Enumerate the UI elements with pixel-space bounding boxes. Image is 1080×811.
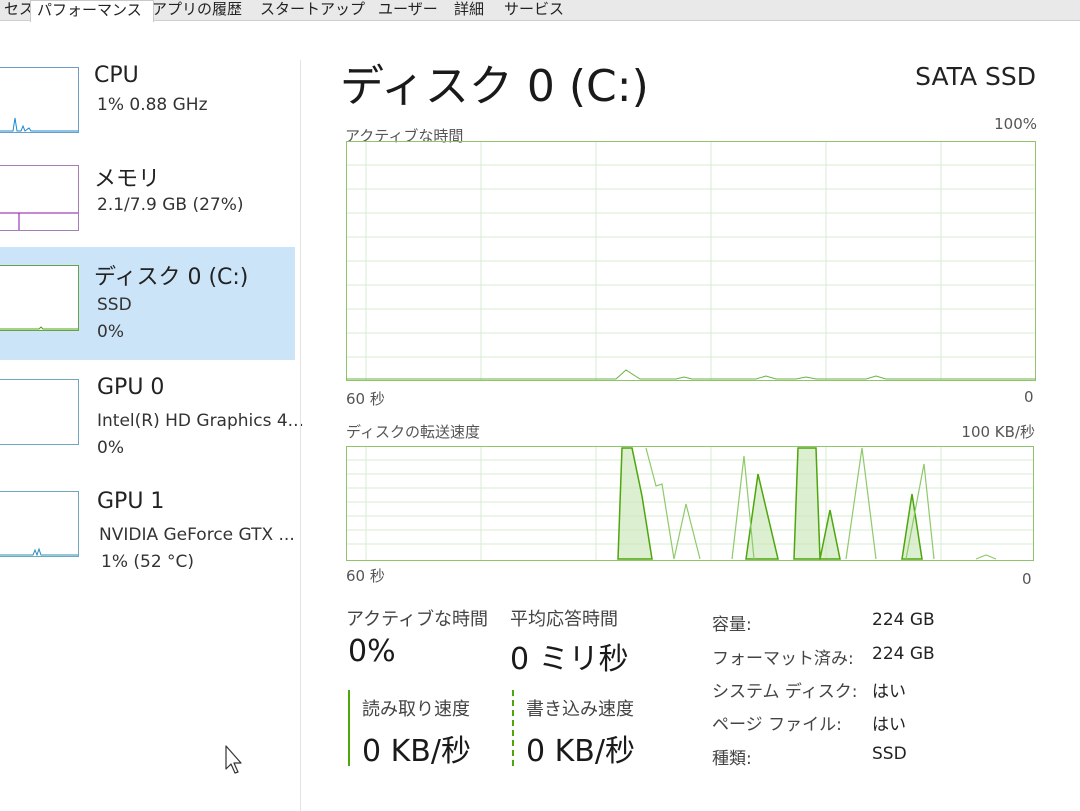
sidebar-item-title: メモリ xyxy=(94,167,161,192)
sidebar-item-title: GPU 1 xyxy=(97,489,165,514)
active-time-chart-min: 0 xyxy=(1024,388,1034,406)
prop-formatted-label: フォーマット済み: xyxy=(712,649,854,669)
tab-services[interactable]: サービス xyxy=(498,0,582,20)
tab-startup[interactable]: スタートアップ xyxy=(254,0,376,20)
sidebar-item-cpu[interactable]: CPU 1% 0.88 GHz xyxy=(0,45,295,158)
sidebar-item-usage: 0% xyxy=(97,438,124,458)
gpu1-thumbnail-graph xyxy=(0,491,79,557)
prop-page-file-value: はい xyxy=(872,715,906,735)
stat-avg-response-label: 平均応答時間 xyxy=(510,609,618,630)
stat-active-time-value: 0% xyxy=(348,634,396,669)
memory-thumbnail-graph xyxy=(0,165,79,231)
stat-read-speed-label: 読み取り速度 xyxy=(362,699,470,720)
active-time-chart-time: 60 秒 xyxy=(346,390,385,408)
transfer-chart-min: 0 xyxy=(1022,570,1032,588)
prop-type-value: SSD xyxy=(872,744,907,764)
sidebar-item-gpu-0[interactable]: GPU 0 Intel(R) HD Graphics 4... 0% xyxy=(0,363,304,476)
stat-write-speed-label: 書き込み速度 xyxy=(526,699,634,720)
cpu-thumbnail-graph xyxy=(0,67,79,133)
sidebar-item-disk-0[interactable]: ディスク 0 (C:) SSD 0% xyxy=(0,247,295,360)
sidebar-item-subtitle: Intel(R) HD Graphics 4... xyxy=(97,411,304,431)
stat-avg-response-value: 0 ミリ秒 xyxy=(510,642,629,677)
sidebar-divider xyxy=(300,60,301,811)
active-time-chart-max: 100% xyxy=(994,115,1037,133)
transfer-chart-max: 100 KB/秒 xyxy=(961,423,1035,441)
gpu0-thumbnail-graph xyxy=(0,379,79,445)
prop-capacity-label: 容量: xyxy=(712,615,752,635)
sidebar-item-title: GPU 0 xyxy=(97,375,165,400)
sidebar-item-subtitle: 2.1/7.9 GB (27%) xyxy=(97,195,244,215)
disk-model-label: SATA SSD xyxy=(915,62,1036,91)
prop-system-disk-label: システム ディスク: xyxy=(712,682,858,702)
tab-performance[interactable]: パフォーマンス xyxy=(30,0,154,22)
tab-bar: セス パフォーマンス アプリの履歴 スタートアップ ユーザー 詳細 サービス xyxy=(0,0,1080,22)
tab-users[interactable]: ユーザー xyxy=(372,0,452,20)
stat-read-speed-value: 0 KB/秒 xyxy=(362,734,471,769)
sidebar-item-subtitle: SSD xyxy=(97,295,132,315)
sidebar-item-usage: 1% (52 °C) xyxy=(101,552,195,572)
page-title: ディスク 0 (C:) xyxy=(340,61,649,112)
prop-page-file-label: ページ ファイル: xyxy=(712,715,842,735)
tab-app-history[interactable]: アプリの履歴 xyxy=(146,0,258,20)
transfer-rate-chart xyxy=(346,446,1034,561)
sidebar-item-title: ディスク 0 (C:) xyxy=(94,265,249,290)
sidebar-item-gpu-1[interactable]: GPU 1 NVIDIA GeForce GTX ... 1% (52 °C) xyxy=(0,477,295,590)
sidebar-item-memory[interactable]: メモリ 2.1/7.9 GB (27%) xyxy=(0,145,295,258)
tab-details[interactable]: 詳細 xyxy=(448,0,502,20)
prop-system-disk-value: はい xyxy=(872,682,906,702)
mouse-pointer-icon xyxy=(224,745,246,779)
sidebar-item-subtitle: NVIDIA GeForce GTX ... xyxy=(99,525,295,545)
active-time-chart xyxy=(346,141,1036,381)
stat-write-speed-value: 0 KB/秒 xyxy=(526,734,635,769)
transfer-chart-label: ディスクの転送速度 xyxy=(346,423,480,441)
prop-formatted-value: 224 GB xyxy=(872,644,935,664)
disk-thumbnail-graph xyxy=(0,265,79,331)
prop-type-label: 種類: xyxy=(712,749,752,769)
sidebar-item-usage: 0% xyxy=(97,322,124,342)
sidebar-item-title: CPU xyxy=(94,63,139,88)
performance-sidebar: CPU 1% 0.88 GHz メモリ 2.1/7.9 GB (27%) ディス… xyxy=(0,21,304,811)
prop-capacity-value: 224 GB xyxy=(872,610,935,630)
transfer-chart-time: 60 秒 xyxy=(346,567,385,585)
sidebar-item-subtitle: 1% 0.88 GHz xyxy=(97,95,208,115)
write-speed-marker xyxy=(512,690,514,766)
read-speed-marker xyxy=(348,690,350,766)
stat-active-time-label: アクティブな時間 xyxy=(346,609,489,630)
